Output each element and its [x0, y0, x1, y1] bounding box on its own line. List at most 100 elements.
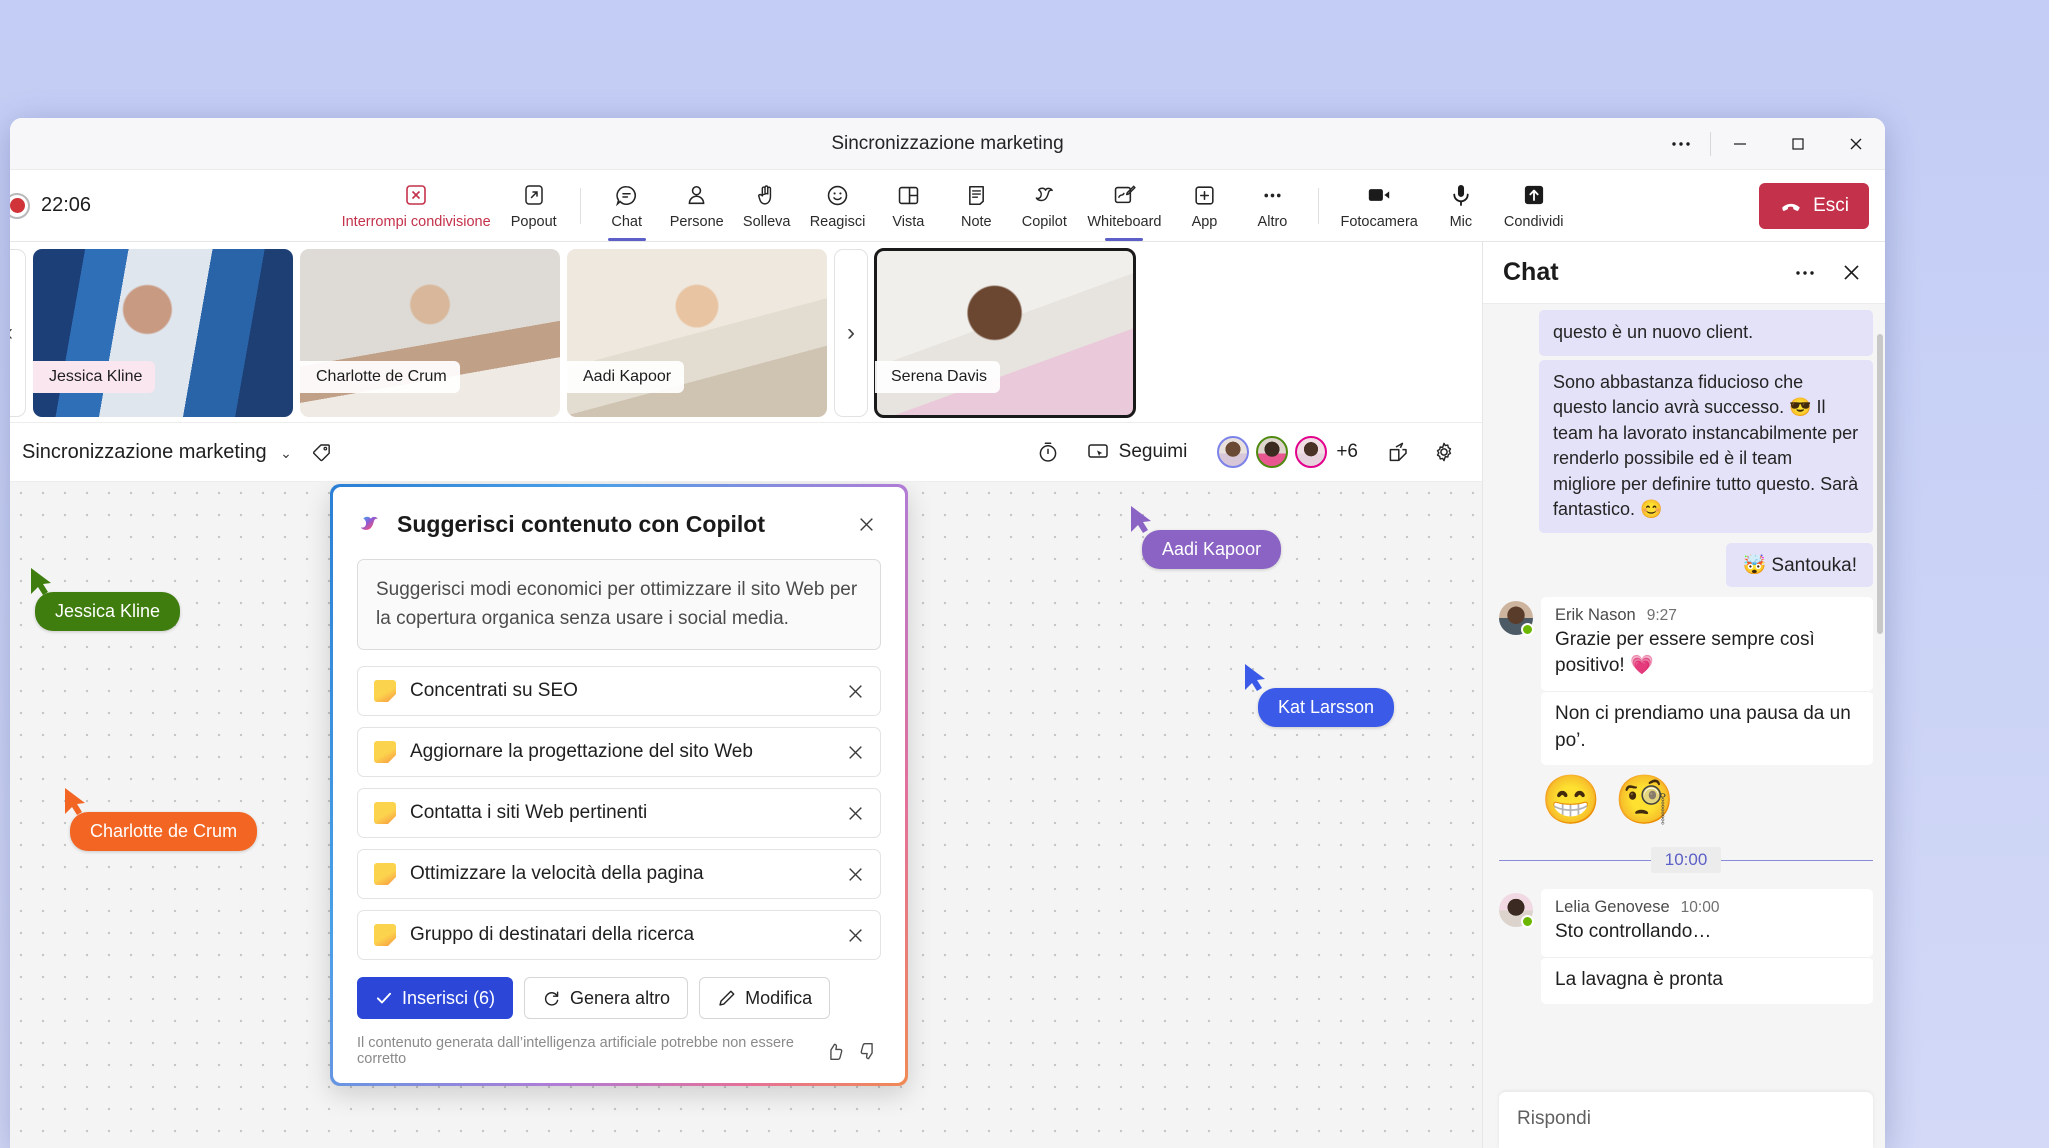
- message-time: 9:27: [1646, 606, 1677, 624]
- camera-icon: [1366, 181, 1392, 209]
- window-titlebar: Sincronizzazione marketing: [10, 118, 1885, 170]
- avatar[interactable]: [1256, 436, 1289, 468]
- thumbs-down-icon[interactable]: [857, 1038, 881, 1064]
- video-tile[interactable]: Aadi Kapoor: [567, 248, 827, 417]
- participant-name: Charlotte de Crum: [300, 360, 460, 393]
- react-icon: [825, 181, 850, 209]
- avatar[interactable]: [1499, 893, 1534, 929]
- chat-message-list[interactable]: questo è un nuovo client. Sono abbastanz…: [1483, 304, 1885, 1092]
- whiteboard-canvas[interactable]: Jessica Kline Charlotte de Crum Aadi Kap…: [10, 482, 1482, 1148]
- copilot-suggestion-item[interactable]: Aggiornare la progettazione del sito Web: [357, 727, 881, 777]
- copilot-suggestion-item[interactable]: Concentrati su SEO: [357, 666, 881, 716]
- window-maximize-button[interactable]: [1769, 118, 1827, 170]
- copilot-close-button[interactable]: [851, 509, 881, 539]
- toolbar-stop-sharing[interactable]: Interrompi condivisione: [333, 170, 500, 242]
- regenerate-button[interactable]: Genera altro: [524, 977, 689, 1019]
- toolbar-react[interactable]: Reagisci: [801, 170, 875, 242]
- insert-button[interactable]: Inserisci (6): [357, 977, 514, 1019]
- chat-scrollbar[interactable]: [1877, 334, 1883, 634]
- view-icon: [896, 181, 921, 209]
- toolbar-apps[interactable]: App: [1170, 170, 1238, 242]
- toolbar-divider: [579, 187, 581, 224]
- reaction-emoji[interactable]: 🧐: [1615, 777, 1675, 825]
- chat-panel-title: Chat: [1503, 258, 1559, 286]
- avatar-overflow-count[interactable]: +6: [1336, 441, 1358, 463]
- timer-icon[interactable]: [1028, 432, 1068, 472]
- leave-call-label: Esci: [1813, 194, 1849, 216]
- copilot-prompt-input[interactable]: Suggerisci modi economici per ottimizzar…: [357, 559, 881, 650]
- edit-label: Modifica: [745, 987, 813, 1008]
- video-tile[interactable]: Jessica Kline: [33, 248, 293, 417]
- thumbs-up-icon[interactable]: [823, 1038, 847, 1064]
- avatar[interactable]: [1217, 436, 1250, 468]
- toolbar-label: Reagisci: [809, 214, 866, 230]
- toolbar-microphone[interactable]: Mic: [1427, 170, 1495, 242]
- toolbar-label: Copilot: [1021, 214, 1067, 230]
- toolbar-camera[interactable]: Fotocamera: [1331, 170, 1426, 242]
- toolbar-share-screen[interactable]: Condividi: [1495, 170, 1573, 242]
- reaction-emoji[interactable]: 😁: [1541, 777, 1601, 825]
- suggestion-text: Contatta i siti Web pertinenti: [410, 802, 648, 823]
- follow-me-button[interactable]: Seguimi: [1074, 434, 1200, 470]
- copilot-suggestion-item[interactable]: Contatta i siti Web pertinenti: [357, 788, 881, 838]
- chat-message-incoming: Lelia Genovese 10:00 Sto controllando…: [1499, 889, 1873, 957]
- remove-suggestion-button[interactable]: [847, 744, 864, 761]
- leave-call-button[interactable]: Esci: [1759, 182, 1869, 229]
- message-reactions: 😁 🧐: [1541, 777, 1873, 825]
- raise-hand-icon: [754, 181, 779, 209]
- toolbar-notes[interactable]: Note: [942, 170, 1010, 242]
- message-text: Sto controllando…: [1555, 921, 1712, 943]
- remove-suggestion-button[interactable]: [847, 866, 864, 883]
- toolbar-label: Mic: [1449, 214, 1473, 230]
- avatar[interactable]: [1499, 600, 1534, 636]
- chat-icon: [614, 181, 639, 209]
- chat-compose-placeholder: Rispondi: [1517, 1108, 1591, 1129]
- tag-icon[interactable]: [302, 432, 342, 472]
- toolbar-more[interactable]: Altro: [1238, 170, 1306, 242]
- window-minimize-button[interactable]: [1711, 118, 1769, 170]
- chat-more-button[interactable]: [1785, 253, 1825, 293]
- toolbar-whiteboard[interactable]: Whiteboard: [1078, 170, 1170, 242]
- video-tile[interactable]: Charlotte de Crum: [300, 248, 560, 417]
- edit-button[interactable]: Modifica: [699, 977, 831, 1019]
- more-icon: [1260, 181, 1285, 209]
- toolbar-chat[interactable]: Chat: [593, 170, 661, 242]
- filmstrip-next-button[interactable]: ›: [834, 248, 868, 417]
- chat-panel: Chat questo è un nuovo client. Sono abba…: [1482, 242, 1885, 1148]
- copilot-suggestion-item[interactable]: Gruppo di destinatari della ricerca: [357, 910, 881, 960]
- copilot-icon: [1032, 181, 1057, 209]
- toolbar-buttons: Interrompi condivisione Popout Chat Pers…: [333, 170, 1573, 242]
- chat-compose-box[interactable]: Rispondi: [1499, 1092, 1873, 1148]
- copilot-suggestion-item[interactable]: Ottimizzare la velocità della pagina: [357, 849, 881, 899]
- remove-suggestion-button[interactable]: [847, 927, 864, 944]
- stage-area: ‹ Jessica Kline Charlotte de Crum Aadi K…: [10, 242, 1482, 1148]
- whiteboard-title-button[interactable]: Sincronizzazione marketing ⌄: [22, 441, 292, 464]
- avatar[interactable]: [1295, 436, 1328, 468]
- filmstrip-prev-button[interactable]: ‹: [10, 248, 26, 417]
- participant-name: Jessica Kline: [33, 360, 156, 393]
- toolbar-view[interactable]: Vista: [874, 170, 942, 242]
- toolbar-raise-hand[interactable]: Solleva: [733, 170, 801, 242]
- hangup-icon: [1779, 194, 1803, 218]
- toolbar-label: Whiteboard: [1087, 214, 1162, 230]
- cursor-arrow-icon: [1131, 506, 1151, 533]
- window-more-button[interactable]: [1652, 118, 1710, 170]
- cursor-label: Kat Larsson: [1258, 688, 1395, 727]
- copilot-suggestion-dialog: Suggerisci contenuto con Copilot Suggeri…: [330, 484, 908, 1086]
- video-tile-spotlight[interactable]: Serena Davis: [874, 247, 1136, 418]
- meeting-window: Sincronizzazione marketing 22:06 Interro…: [10, 118, 1885, 1148]
- chat-panel-header: Chat: [1483, 242, 1885, 304]
- remove-suggestion-button[interactable]: [847, 683, 864, 700]
- share-icon[interactable]: [1378, 432, 1418, 472]
- window-controls: [1652, 118, 1885, 169]
- toolbar-label: Solleva: [742, 214, 791, 230]
- window-close-button[interactable]: [1827, 118, 1885, 170]
- toolbar-copilot[interactable]: Copilot: [1010, 170, 1078, 242]
- toolbar-people[interactable]: Persone: [661, 170, 733, 242]
- chat-close-button[interactable]: [1831, 253, 1871, 293]
- sticky-note-icon: [374, 741, 396, 763]
- gear-icon[interactable]: [1424, 432, 1464, 472]
- remove-suggestion-button[interactable]: [847, 805, 864, 822]
- toolbar-popout[interactable]: Popout: [500, 170, 568, 242]
- toolbar-label: Popout: [510, 214, 557, 230]
